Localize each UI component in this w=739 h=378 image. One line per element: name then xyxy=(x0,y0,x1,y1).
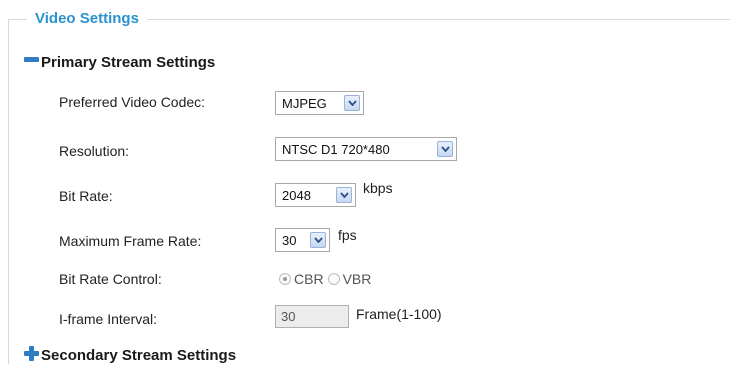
framerate-value: 30 xyxy=(282,232,297,248)
resolution-select[interactable]: NTSC D1 720*480 xyxy=(275,137,457,161)
expand-plus-icon[interactable] xyxy=(24,346,39,361)
chevron-down-icon[interactable] xyxy=(344,95,360,111)
iframe-label: I-frame Interval: xyxy=(59,311,158,327)
framerate-select[interactable]: 30 xyxy=(275,228,330,252)
secondary-stream-toggle[interactable]: Secondary Stream Settings xyxy=(24,346,237,364)
codec-value: MJPEG xyxy=(282,95,327,111)
iframe-input[interactable] xyxy=(275,305,349,328)
bitrate-unit: kbps xyxy=(363,180,393,196)
vbr-label: VBR xyxy=(342,271,372,287)
primary-stream-toggle[interactable]: Primary Stream Settings xyxy=(24,54,215,71)
iframe-unit: Frame(1-100) xyxy=(356,306,442,322)
chevron-down-icon[interactable] xyxy=(336,187,352,203)
resolution-value: NTSC D1 720*480 xyxy=(282,141,390,157)
codec-label: Preferred Video Codec: xyxy=(59,94,206,110)
fieldset-border-left xyxy=(8,19,9,364)
bitrate-control-radio-group: CBR VBR xyxy=(279,271,371,287)
chevron-down-icon[interactable] xyxy=(437,141,453,157)
bitrate-label: Bit Rate: xyxy=(59,188,113,204)
bitrate-select[interactable]: 2048 xyxy=(275,183,356,207)
resolution-label: Resolution: xyxy=(59,143,130,159)
cbr-label: CBR xyxy=(294,271,324,287)
framerate-label: Maximum Frame Rate: xyxy=(59,233,202,249)
codec-select[interactable]: MJPEG xyxy=(275,91,364,115)
framerate-unit: fps xyxy=(338,227,357,243)
chevron-down-icon[interactable] xyxy=(310,232,326,248)
vbr-option[interactable]: VBR xyxy=(327,271,372,287)
primary-stream-header: Primary Stream Settings xyxy=(41,54,216,71)
bitrate-control-label: Bit Rate Control: xyxy=(59,271,162,287)
cbr-option[interactable]: CBR xyxy=(279,271,324,287)
vbr-radio[interactable] xyxy=(327,273,340,285)
fieldset-legend: Video Settings xyxy=(27,10,147,27)
bitrate-value: 2048 xyxy=(282,187,311,203)
cbr-radio[interactable] xyxy=(279,273,291,285)
secondary-stream-header: Secondary Stream Settings xyxy=(41,347,237,364)
collapse-minus-icon[interactable] xyxy=(24,57,39,62)
